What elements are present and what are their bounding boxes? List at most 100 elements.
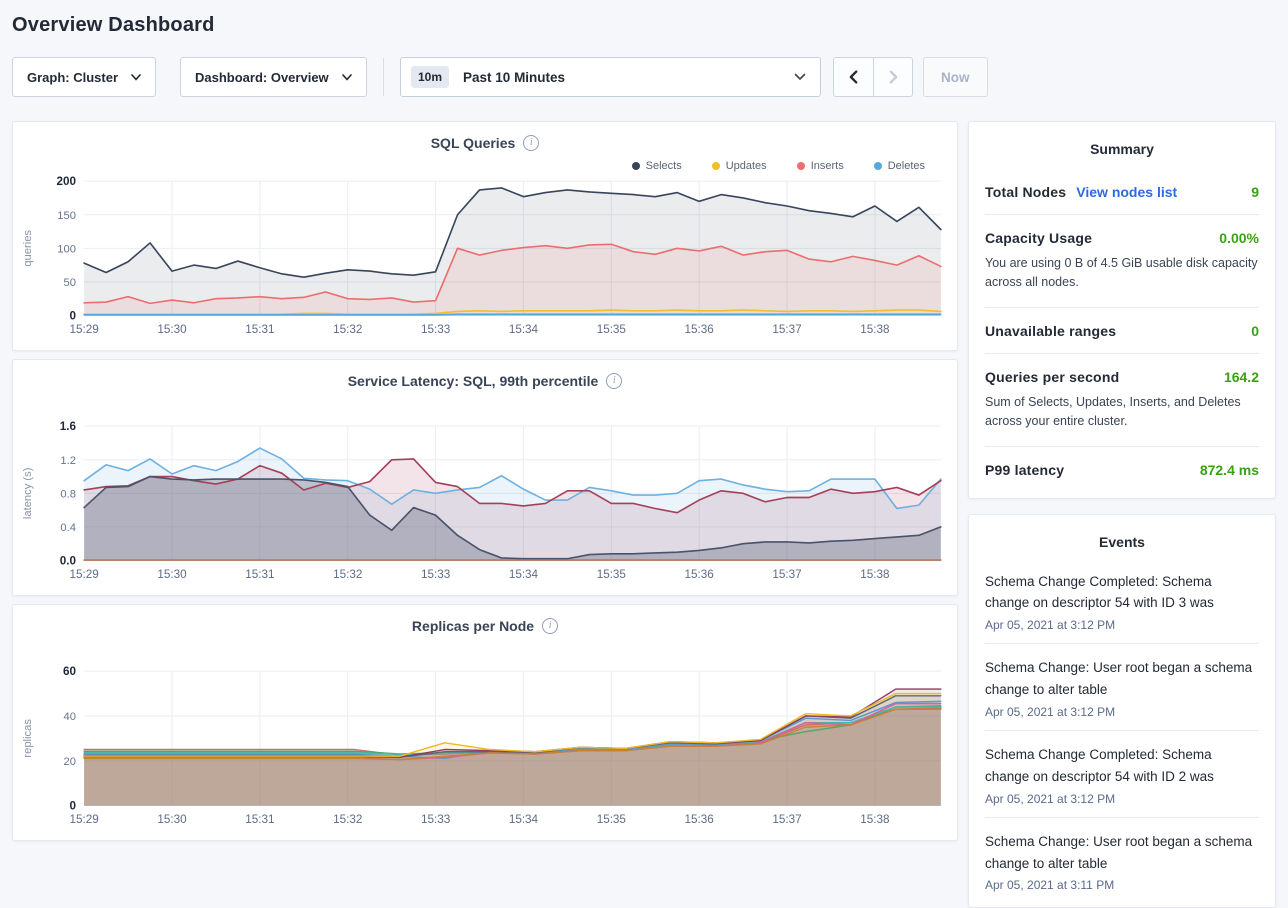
svg-text:1.6: 1.6 bbox=[60, 420, 77, 433]
event-timestamp: Apr 05, 2021 at 3:12 PM bbox=[985, 792, 1259, 806]
summary-description: You are using 0 B of 4.5 GiB usable disk… bbox=[985, 254, 1259, 293]
svg-text:15:35: 15:35 bbox=[597, 323, 627, 336]
svg-text:15:38: 15:38 bbox=[860, 323, 889, 336]
now-button[interactable]: Now bbox=[923, 57, 988, 97]
sidebar: Summary Total Nodes View nodes list 9 Ca… bbox=[968, 121, 1276, 908]
legend-item: Inserts bbox=[797, 160, 844, 171]
legend-item: Deletes bbox=[874, 160, 925, 171]
chart-card-service-latency: Service Latency: SQL, 99th percentile i … bbox=[12, 359, 958, 596]
svg-text:200: 200 bbox=[56, 175, 76, 188]
chevron-down-icon bbox=[131, 74, 141, 81]
chart-card-sql-queries: SQL Queries i Selects Updates Inserts bbox=[12, 121, 958, 351]
summary-row-p99-latency: P99 latency 872.4 ms bbox=[985, 447, 1259, 492]
svg-text:15:30: 15:30 bbox=[157, 323, 187, 336]
controls-divider bbox=[383, 58, 384, 96]
chevron-right-icon bbox=[884, 68, 902, 86]
svg-text:15:30: 15:30 bbox=[157, 568, 187, 581]
svg-text:queries: queries bbox=[22, 230, 34, 267]
chart-title: Service Latency: SQL, 99th percentile bbox=[348, 373, 599, 389]
nodes-list-link[interactable]: View nodes list bbox=[1076, 184, 1177, 200]
info-icon[interactable]: i bbox=[523, 135, 539, 151]
chart-canvas-replicas-per-node[interactable]: 15:2915:3015:3115:3215:3315:3415:3515:36… bbox=[19, 661, 951, 834]
info-icon[interactable]: i bbox=[606, 373, 622, 389]
svg-text:0: 0 bbox=[69, 310, 76, 323]
graph-dropdown-label: Graph: Cluster bbox=[27, 70, 118, 85]
svg-text:15:34: 15:34 bbox=[509, 568, 539, 581]
svg-text:15:34: 15:34 bbox=[509, 323, 539, 336]
time-range-selector[interactable]: 10m Past 10 Minutes bbox=[400, 57, 821, 97]
svg-text:15:38: 15:38 bbox=[860, 568, 889, 581]
svg-text:50: 50 bbox=[64, 277, 76, 289]
event-timestamp: Apr 05, 2021 at 3:12 PM bbox=[985, 618, 1259, 632]
chart-canvas-service-latency[interactable]: 15:2915:3015:3115:3215:3315:3415:3515:36… bbox=[19, 416, 951, 589]
svg-text:15:29: 15:29 bbox=[69, 568, 98, 581]
prev-time-button[interactable] bbox=[834, 58, 873, 96]
events-panel: Events Schema Change Completed: Schema c… bbox=[968, 514, 1276, 908]
time-range-label: Past 10 Minutes bbox=[463, 70, 794, 85]
svg-text:1.2: 1.2 bbox=[60, 455, 76, 467]
main-layout: SQL Queries i Selects Updates Inserts bbox=[12, 121, 1276, 908]
svg-text:15:37: 15:37 bbox=[772, 813, 801, 826]
svg-text:15:38: 15:38 bbox=[860, 813, 889, 826]
summary-panel: Summary Total Nodes View nodes list 9 Ca… bbox=[968, 121, 1276, 499]
legend-label: Inserts bbox=[811, 160, 844, 172]
graph-dropdown[interactable]: Graph: Cluster bbox=[12, 57, 156, 97]
summary-label: Unavailable ranges bbox=[985, 323, 1116, 339]
svg-text:15:32: 15:32 bbox=[333, 568, 362, 581]
legend-label: Selects bbox=[646, 160, 682, 172]
svg-text:15:33: 15:33 bbox=[421, 568, 450, 581]
svg-text:15:31: 15:31 bbox=[245, 813, 274, 826]
svg-text:15:33: 15:33 bbox=[421, 813, 450, 826]
summary-label: Capacity Usage bbox=[985, 230, 1092, 246]
next-time-button[interactable] bbox=[873, 58, 912, 96]
chevron-down-icon bbox=[342, 74, 352, 81]
chart-title: SQL Queries bbox=[431, 135, 516, 151]
chart-canvas-sql-queries[interactable]: 15:2915:3015:3115:3215:3315:3415:3515:36… bbox=[19, 171, 951, 344]
svg-text:15:35: 15:35 bbox=[597, 568, 627, 581]
svg-text:15:30: 15:30 bbox=[157, 813, 187, 826]
svg-text:0.0: 0.0 bbox=[60, 555, 77, 568]
event-item[interactable]: Schema Change Completed: Schema change o… bbox=[985, 558, 1259, 645]
legend-dot bbox=[632, 162, 640, 170]
svg-text:replicas: replicas bbox=[22, 719, 34, 758]
svg-text:20: 20 bbox=[64, 756, 76, 768]
summary-label: P99 latency bbox=[985, 462, 1064, 478]
summary-value: 0 bbox=[1251, 323, 1259, 339]
dashboard-dropdown[interactable]: Dashboard: Overview bbox=[180, 57, 367, 97]
chevron-left-icon bbox=[845, 68, 863, 86]
svg-text:15:31: 15:31 bbox=[245, 568, 274, 581]
event-item[interactable]: Schema Change: User root began a schema … bbox=[985, 818, 1259, 904]
summary-row-queries-per-second: Queries per second 164.2 Sum of Selects,… bbox=[985, 354, 1259, 447]
event-item[interactable]: Schema Change: User root began a schema … bbox=[985, 644, 1259, 731]
svg-text:15:33: 15:33 bbox=[421, 323, 450, 336]
event-text: Schema Change Completed: Schema change o… bbox=[985, 744, 1259, 788]
summary-row-total-nodes: Total Nodes View nodes list 9 bbox=[985, 169, 1259, 215]
svg-text:15:35: 15:35 bbox=[597, 813, 627, 826]
summary-value: 872.4 ms bbox=[1200, 462, 1259, 478]
event-item[interactable]: Schema Change Completed: Schema change o… bbox=[985, 731, 1259, 818]
chart-legend: Selects Updates Inserts Deletes bbox=[19, 151, 951, 171]
info-icon[interactable]: i bbox=[542, 618, 558, 634]
svg-text:0.8: 0.8 bbox=[60, 488, 76, 500]
svg-text:100: 100 bbox=[57, 243, 76, 255]
svg-text:15:32: 15:32 bbox=[333, 813, 362, 826]
summary-description: Sum of Selects, Updates, Inserts, and De… bbox=[985, 393, 1259, 432]
page-title: Overview Dashboard bbox=[12, 14, 1288, 37]
legend-label: Deletes bbox=[888, 160, 925, 172]
summary-title: Summary bbox=[985, 141, 1259, 157]
time-window-nav bbox=[833, 57, 913, 97]
summary-label: Queries per second bbox=[985, 369, 1119, 385]
svg-text:15:37: 15:37 bbox=[772, 323, 801, 336]
summary-value: 164.2 bbox=[1224, 369, 1259, 385]
summary-label: Total Nodes bbox=[985, 184, 1066, 200]
event-timestamp: Apr 05, 2021 at 3:12 PM bbox=[985, 705, 1259, 719]
legend-dot bbox=[874, 162, 882, 170]
svg-text:15:37: 15:37 bbox=[772, 568, 801, 581]
summary-row-unavailable-ranges: Unavailable ranges 0 bbox=[985, 308, 1259, 354]
svg-text:60: 60 bbox=[63, 665, 77, 678]
time-range-badge: 10m bbox=[411, 66, 449, 88]
svg-text:0: 0 bbox=[69, 799, 76, 812]
svg-text:15:29: 15:29 bbox=[69, 813, 98, 826]
legend-dot bbox=[797, 162, 805, 170]
charts-column: SQL Queries i Selects Updates Inserts bbox=[12, 121, 958, 849]
